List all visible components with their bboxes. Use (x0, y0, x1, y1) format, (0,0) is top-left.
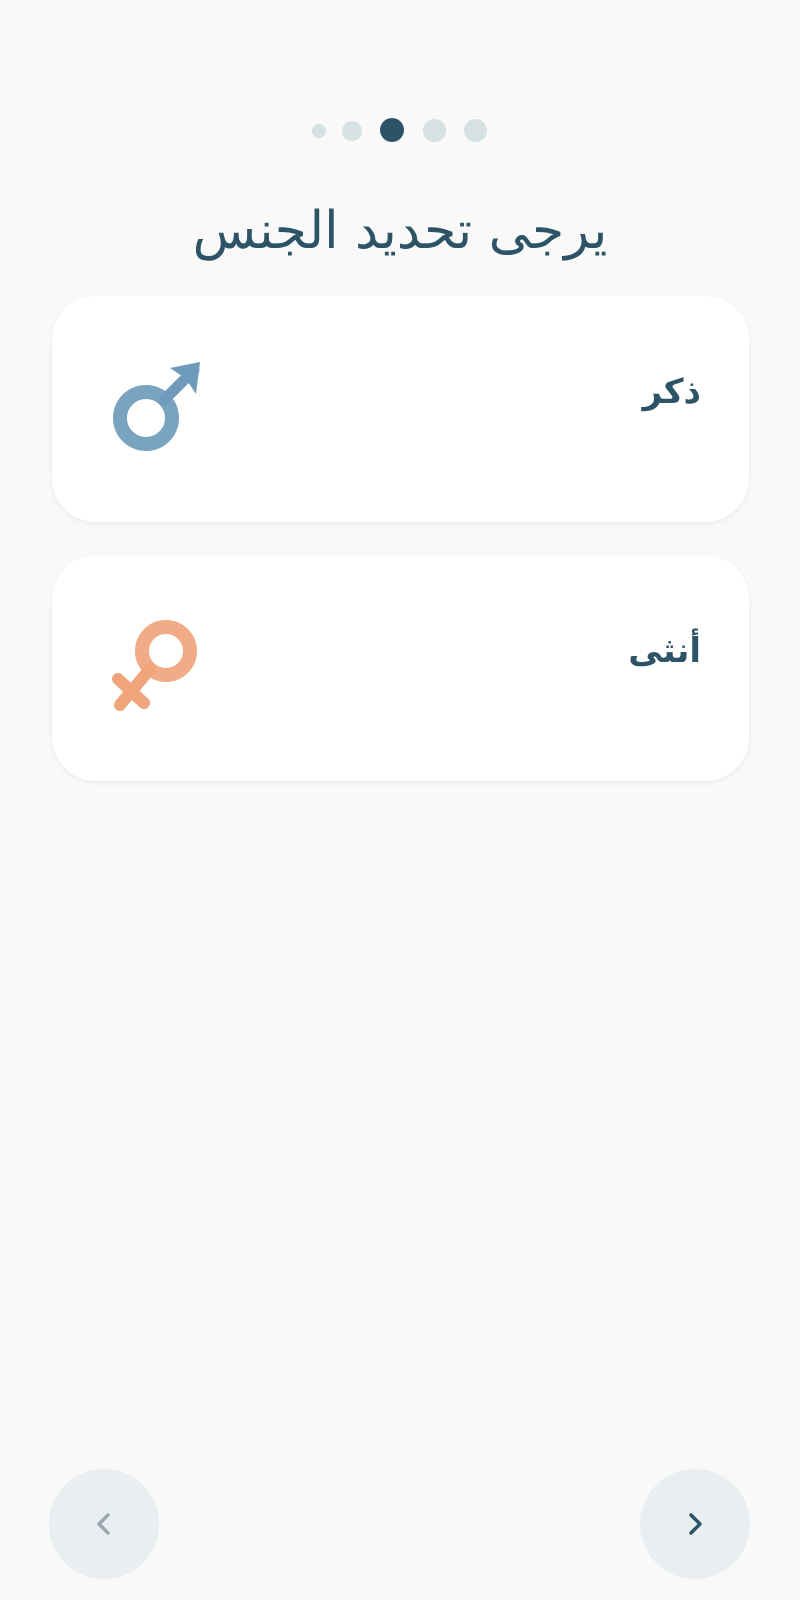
page-title: يرجى تحديد الجنس (192, 201, 608, 261)
option-male-card[interactable]: ذكر (52, 296, 749, 522)
step-dot-2 (342, 121, 362, 141)
option-female-card[interactable]: أنثى (52, 555, 749, 781)
male-symbol-icon (113, 362, 200, 451)
option-male-label: ذكر (642, 372, 701, 412)
option-female-label: أنثى (628, 631, 701, 671)
step-dot-3-active (380, 118, 404, 142)
step-dot-5 (464, 119, 487, 142)
chevron-right-icon (689, 1513, 702, 1535)
next-button[interactable] (640, 1469, 750, 1579)
back-button[interactable] (49, 1469, 159, 1579)
female-symbol-icon (112, 620, 197, 711)
step-indicator (0, 118, 800, 142)
step-dot-4 (423, 119, 446, 142)
step-dot-1 (312, 124, 326, 138)
chevron-left-icon (97, 1513, 110, 1535)
